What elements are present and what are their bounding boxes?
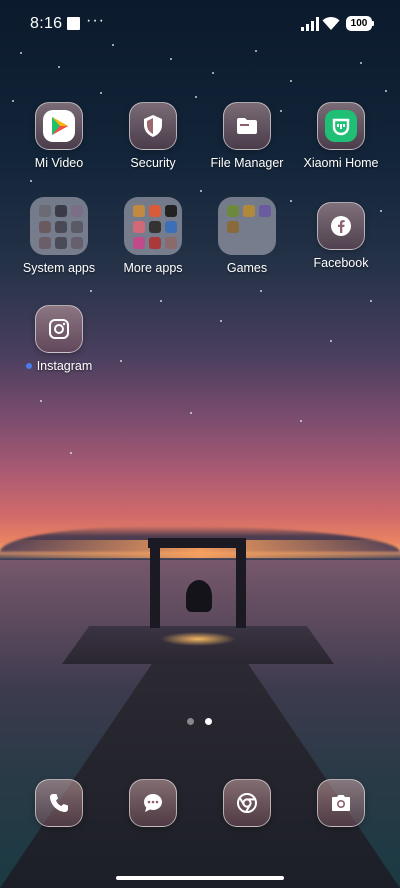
- status-bar: 8:16 ··· 100: [0, 0, 400, 48]
- app-label: Security: [130, 156, 176, 170]
- battery-indicator: 100: [346, 16, 372, 31]
- new-install-badge: [25, 362, 32, 369]
- app-file-manager[interactable]: File Manager: [200, 102, 294, 170]
- dock-messages[interactable]: [129, 779, 177, 827]
- app-games-folder[interactable]: Games: [200, 197, 294, 275]
- app-label: Instagram: [12, 359, 106, 373]
- app-label: Xiaomi Home: [303, 156, 379, 170]
- page-indicator-dot-2[interactable]: [205, 718, 212, 725]
- dock-phone[interactable]: [35, 779, 83, 827]
- more-notifications-icon: ···: [86, 12, 105, 29]
- notification-icon: [67, 17, 80, 30]
- camera-icon: [317, 779, 365, 827]
- folder-grid-icon: [30, 197, 88, 255]
- shield-icon: [129, 102, 177, 150]
- chrome-icon: [223, 779, 271, 827]
- facebook-icon: [317, 202, 365, 250]
- instagram-icon: [35, 305, 83, 353]
- folder-icon: [223, 102, 271, 150]
- xiaomi-home-icon: [317, 102, 365, 150]
- phone-icon: [35, 779, 83, 827]
- battery-tip: [372, 21, 374, 26]
- app-security[interactable]: Security: [106, 102, 200, 170]
- app-label: Games: [226, 261, 268, 275]
- app-label: File Manager: [210, 156, 284, 170]
- folder-grid-icon: [124, 197, 182, 255]
- wifi-icon: [322, 16, 340, 30]
- page-indicator-dot-1[interactable]: [187, 718, 194, 725]
- signal-icon: [301, 17, 319, 31]
- app-label: Mi Video: [34, 156, 84, 170]
- app-label: System apps: [22, 261, 96, 275]
- app-label: More apps: [123, 261, 183, 275]
- app-xiaomi-home[interactable]: Xiaomi Home: [294, 102, 388, 170]
- gesture-navigation-handle[interactable]: [116, 876, 284, 880]
- dock-chrome[interactable]: [223, 779, 271, 827]
- app-facebook[interactable]: Facebook: [294, 202, 388, 270]
- app-instagram[interactable]: Instagram: [12, 305, 106, 373]
- status-time: 8:16: [30, 15, 63, 32]
- mi-video-icon: [35, 102, 83, 150]
- app-label: Facebook: [313, 256, 369, 270]
- app-more-apps-folder[interactable]: More apps: [106, 197, 200, 275]
- app-label-text: Instagram: [36, 359, 93, 373]
- app-mi-video[interactable]: Mi Video: [12, 102, 106, 170]
- dock-camera[interactable]: [317, 779, 365, 827]
- app-system-apps-folder[interactable]: System apps: [12, 197, 106, 275]
- messages-icon: [129, 779, 177, 827]
- folder-grid-icon: [218, 197, 276, 255]
